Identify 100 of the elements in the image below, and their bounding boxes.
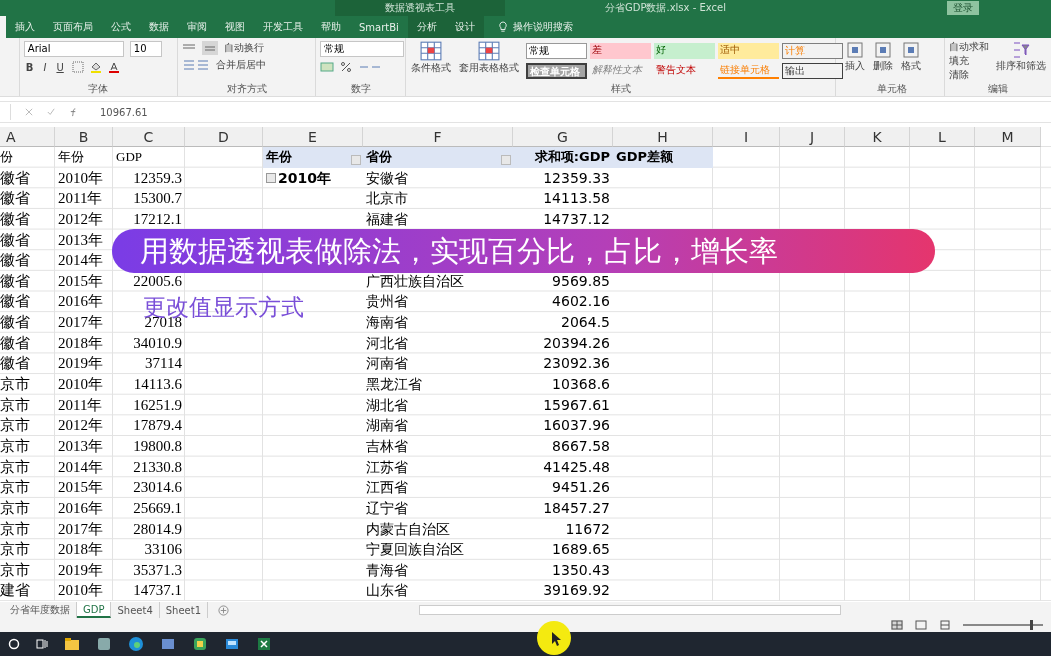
function-icon[interactable] <box>69 107 78 117</box>
zoom-slider-thumb[interactable] <box>1030 620 1033 630</box>
currency-icon[interactable] <box>320 61 335 73</box>
tell-me-search[interactable]: 操作说明搜索 <box>497 20 573 34</box>
cell-style[interactable]: 差 <box>590 43 652 59</box>
login-button[interactable]: 登录 <box>947 1 979 15</box>
ribbon-tab[interactable]: SmartBi <box>350 16 408 38</box>
editing-command[interactable]: 自动求和 <box>949 41 989 53</box>
column-header[interactable]: H <box>613 127 713 147</box>
search-icon[interactable] <box>8 638 20 650</box>
column-header[interactable]: I <box>713 127 780 147</box>
column-header[interactable]: K <box>845 127 910 147</box>
font-style-button[interactable]: I <box>41 61 49 73</box>
font-color-icon[interactable] <box>107 61 120 73</box>
font-style-button[interactable]: B <box>23 61 36 73</box>
app-icon[interactable] <box>224 636 240 652</box>
editing-command[interactable]: 填充 <box>949 55 989 67</box>
cell-style[interactable]: 解释性文本 <box>590 63 652 79</box>
column-header[interactable]: A <box>0 127 55 147</box>
table-cell-text: 2018年 <box>57 333 104 353</box>
add-sheet-icon[interactable] <box>218 604 230 616</box>
table-icon <box>478 41 501 61</box>
ribbon-tab[interactable]: 分析 <box>407 16 446 38</box>
page-break-icon[interactable] <box>939 620 951 630</box>
column-header[interactable]: J <box>780 127 845 147</box>
borders-icon[interactable] <box>71 61 84 73</box>
table-cell-text: 12359.33 <box>542 168 611 188</box>
font-style-button[interactable]: U <box>54 61 66 73</box>
folder-icon[interactable] <box>64 637 80 651</box>
sheet-tab[interactable]: GDP <box>77 602 112 618</box>
formula-field[interactable]: 10967.61 <box>100 106 148 118</box>
ribbon-tab[interactable]: 审阅 <box>178 16 216 38</box>
table-cell-text: 2018年 <box>57 540 104 560</box>
editing-command[interactable]: 清除 <box>949 69 989 81</box>
table-format-button[interactable]: 套用表格格式 <box>458 41 521 74</box>
cell-style[interactable]: 常规 <box>526 43 588 59</box>
table-cell-text: 北京市 <box>365 189 409 209</box>
task-view-icon[interactable] <box>36 638 48 650</box>
ribbon-tab[interactable]: 视图 <box>216 16 254 38</box>
wrap-text-button[interactable]: 自动换行 <box>223 42 264 54</box>
fill-color-icon[interactable] <box>89 61 102 73</box>
font-size-field[interactable]: 10 <box>129 41 162 57</box>
percent-icon[interactable] <box>340 61 353 73</box>
cells-icon <box>902 41 921 59</box>
filter-item[interactable]: 2010年 <box>263 167 363 189</box>
spreadsheet-app-icon[interactable] <box>256 636 272 652</box>
normal-view-icon[interactable] <box>891 620 903 630</box>
cells-button[interactable]: 删除 <box>872 41 895 72</box>
sort-filter-button[interactable]: 排序和筛选 <box>995 41 1047 72</box>
ribbon-tab[interactable]: 帮助 <box>312 16 350 38</box>
table-cell-text: 京市 <box>0 560 31 580</box>
ribbon-tab[interactable]: 插入 <box>6 16 44 38</box>
table-cell-text: 16037.96 <box>542 416 611 436</box>
column-header[interactable]: M <box>975 127 1041 147</box>
table-format-button[interactable]: 条件格式 <box>410 41 453 74</box>
page-layout-icon[interactable] <box>915 620 927 630</box>
table-cell-text: 徽省 <box>0 333 31 353</box>
cells-button[interactable]: 插入 <box>844 41 867 72</box>
indent-icon[interactable] <box>181 59 210 71</box>
column-header[interactable]: D <box>185 127 263 147</box>
cells-button[interactable]: 格式 <box>900 41 923 72</box>
app-icon[interactable] <box>192 636 208 652</box>
column-header[interactable]: L <box>910 127 975 147</box>
ribbon-tab[interactable]: 公式 <box>102 16 140 38</box>
table-cell-text: 辽宁省 <box>365 498 409 518</box>
app-icon[interactable] <box>160 636 176 652</box>
number-format-field[interactable]: 常规 <box>320 41 405 57</box>
cell-style[interactable]: 输出 <box>782 63 844 79</box>
table-cell-text: 山东省 <box>365 581 409 601</box>
header-text: 年份 <box>58 149 84 164</box>
ribbon-tab[interactable]: 开发工具 <box>254 16 312 38</box>
column-header[interactable]: E <box>263 127 363 147</box>
table-cell-text: 2017年 <box>57 313 104 333</box>
app-icon[interactable] <box>96 636 112 652</box>
merge-center-button[interactable]: 合并后居中 <box>215 59 266 71</box>
cell-style[interactable]: 适中 <box>718 43 780 59</box>
header-text: GDP差额 <box>616 149 673 164</box>
table-cell-text: 徽省 <box>0 271 31 291</box>
font-name-field[interactable]: Arial <box>23 41 124 57</box>
column-header[interactable]: G <box>513 127 613 147</box>
browser-icon[interactable] <box>128 636 144 652</box>
enter-icon[interactable] <box>47 108 55 116</box>
table-cell-text: 10368.6 <box>551 375 611 395</box>
align-middle-icon[interactable] <box>201 41 218 55</box>
horizontal-scrollbar[interactable] <box>419 605 842 615</box>
cancel-icon[interactable] <box>25 108 33 116</box>
header-text: GDP <box>116 149 142 164</box>
column-header[interactable]: F <box>363 127 513 147</box>
table-cell-text: 青海省 <box>365 560 409 580</box>
table-cell-text: 安徽省 <box>365 168 409 188</box>
cell-style[interactable]: 好 <box>654 43 716 59</box>
table-cell-text: 2010年 <box>57 581 104 601</box>
column-header[interactable]: B <box>55 127 113 147</box>
table-cell-text: 湖北省 <box>365 395 409 415</box>
table-cell-text: 22005.6 <box>132 271 183 291</box>
column-header[interactable]: C <box>113 127 185 147</box>
ribbon-tab[interactable]: 数据 <box>140 16 178 38</box>
cell-style[interactable]: 警告文本 <box>654 63 716 79</box>
ribbon-tab[interactable]: 设计 <box>445 16 484 38</box>
ribbon-tab[interactable]: 页面布局 <box>44 16 102 38</box>
